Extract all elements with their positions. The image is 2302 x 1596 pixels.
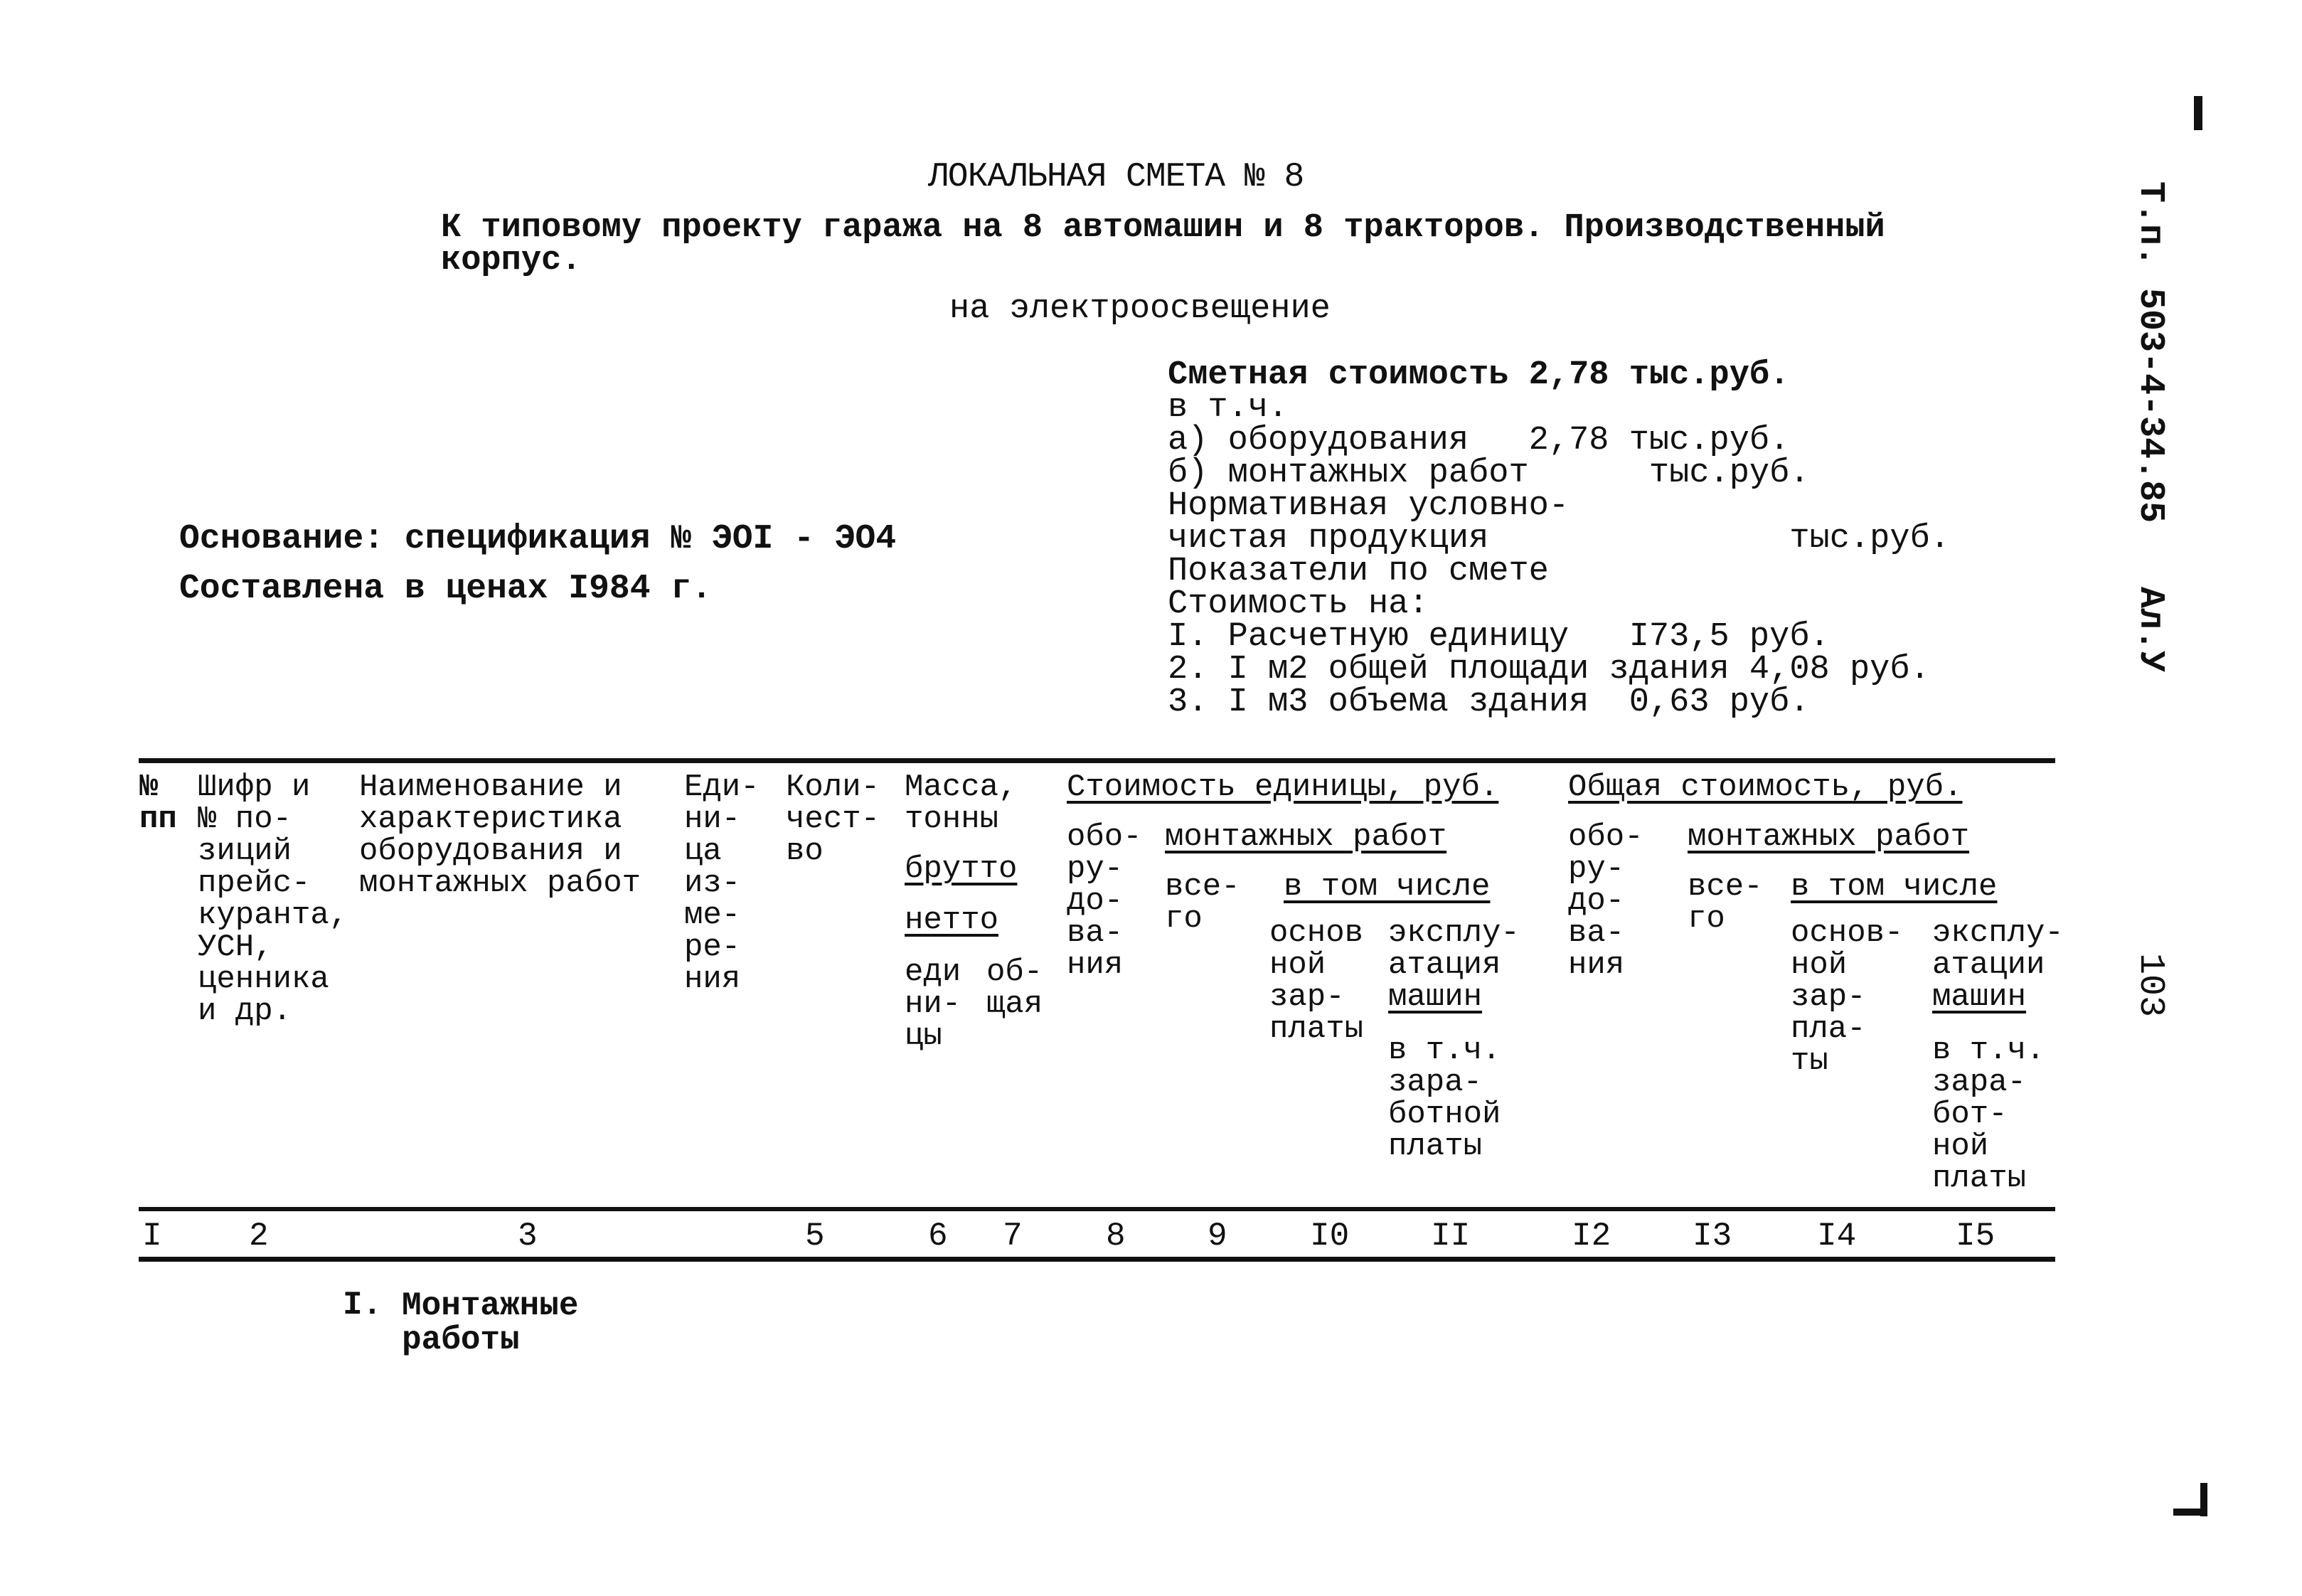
table-colnum-bottom-rule (139, 1257, 2055, 1262)
summary-line: Стоимость на: (1168, 585, 1429, 623)
header-unit-cost-group: Стоимость единицы, руб. (1067, 770, 1499, 805)
column-number: 2 (249, 1218, 269, 1255)
project-code: Т.п. 503-4-34.85 (2130, 181, 2170, 523)
header-total-machines: машин (1932, 979, 2027, 1015)
document-subtitle-line2: корпус. (441, 242, 582, 280)
header-total-install-group: монтажных работ (1688, 819, 1970, 855)
basis-line1: Основание: спецификация № ЭОI - ЭО4 (179, 520, 897, 558)
header-mass-total: об- щая (986, 954, 1043, 1022)
header-total-incl: в том числе (1791, 869, 1998, 905)
summary-line: I. Расчетную единицу I73,5 руб. (1168, 618, 1830, 656)
header-unit-incl: в том числе (1284, 869, 1491, 905)
header-unit-machine-op: эксплу- атация (1388, 915, 1520, 983)
document-purpose: на электроосвещение (949, 290, 1331, 328)
header-total-base-wage: основ- ной зар- пла- ты (1791, 915, 1904, 1079)
header-total-equipment: обо- ру- до- ва- ния (1568, 819, 1643, 983)
section-number: I. (343, 1287, 383, 1324)
header-row-number: № пп (139, 770, 177, 837)
page-number: 103 (2130, 953, 2170, 1018)
column-number: 6 (928, 1218, 948, 1255)
column-number: I (142, 1218, 162, 1255)
column-number: I3 (1693, 1218, 1732, 1255)
column-number: I5 (1956, 1218, 1995, 1255)
table-header-bottom-rule (139, 1207, 2055, 1211)
summary-line: б) монтажных работ тыс.руб. (1168, 454, 1810, 492)
header-mass-brutto: брутто (905, 851, 1018, 887)
column-number: 3 (518, 1218, 538, 1255)
header-unit-base-wage: основ ной зар- платы (1269, 915, 1364, 1047)
column-number: II (1431, 1218, 1471, 1255)
column-number: 8 (1106, 1218, 1126, 1255)
column-number: I4 (1817, 1218, 1857, 1255)
header-unit-install-group: монтажных работ (1165, 819, 1447, 855)
album-label: Ал.У (2130, 587, 2170, 673)
column-number: 7 (1003, 1218, 1023, 1255)
column-number: I2 (1572, 1218, 1611, 1255)
summary-line: чистая продукция тыс.руб. (1168, 520, 1950, 558)
summary-line: 2. I м2 общей площади здания 4,08 руб. (1168, 651, 1930, 688)
top-margin-mark (2194, 96, 2202, 130)
summary-line: а) оборудования 2,78 тыс.руб. (1168, 422, 1790, 459)
summary-line: в т.ч. (1168, 389, 1289, 427)
header-unit-incl-wage: в т.ч. зара- ботной платы (1388, 1033, 1501, 1164)
summary-block: Сметная стоимость 2,78 тыс.руб. в т.ч. а… (1168, 356, 1950, 721)
header-mass: Масса, тонны (905, 770, 1018, 837)
document-subtitle-line1: К типовому проекту гаража на 8 автомашин… (441, 209, 1885, 247)
table-top-rule (139, 758, 2055, 763)
header-total-machine-op: эксплу- атации (1932, 915, 2064, 983)
section-title: Монтажные работы (402, 1287, 579, 1358)
header-total-install-total: все- го (1688, 869, 1763, 937)
header-total-incl-wage: в т.ч. зара- бот- ной платы (1932, 1033, 2045, 1196)
header-unit-equipment: обо- ру- до- ва- ния (1067, 819, 1142, 983)
header-unit-install-total: все- го (1165, 869, 1240, 937)
header-mass-unit: еди ни- цы (905, 954, 961, 1054)
summary-line: 3. I м3 объема здания 0,63 руб. (1168, 683, 1810, 721)
header-quantity: Коли- чест- во (786, 770, 880, 869)
summary-line: Нормативная условно- (1168, 487, 1570, 525)
document-title: ЛОКАЛЬНАЯ СМЕТА № 8 (928, 158, 1304, 196)
header-unit: Еди- ни- ца из- ме- ре- ния (684, 770, 760, 997)
header-total-cost-group: Общая стоимость, руб. (1568, 770, 1963, 805)
header-unit-machines: машин (1388, 979, 1483, 1015)
column-number: 9 (1208, 1218, 1227, 1255)
column-number: 5 (805, 1218, 825, 1255)
basis-line2: Составлена в ценах I984 г. (179, 570, 712, 608)
summary-line: Сметная стоимость 2,78 тыс.руб. (1168, 356, 1790, 394)
header-code: Шифр и № по- зиций прейс- куранта, УСН, … (198, 770, 348, 1029)
header-mass-netto: нетто (905, 903, 999, 938)
corner-mark-horizontal (2173, 1509, 2207, 1516)
header-name: Наименование и характеристика оборудован… (359, 770, 641, 901)
summary-line: Показатели по смете (1168, 553, 1549, 590)
column-number: I0 (1310, 1218, 1350, 1255)
